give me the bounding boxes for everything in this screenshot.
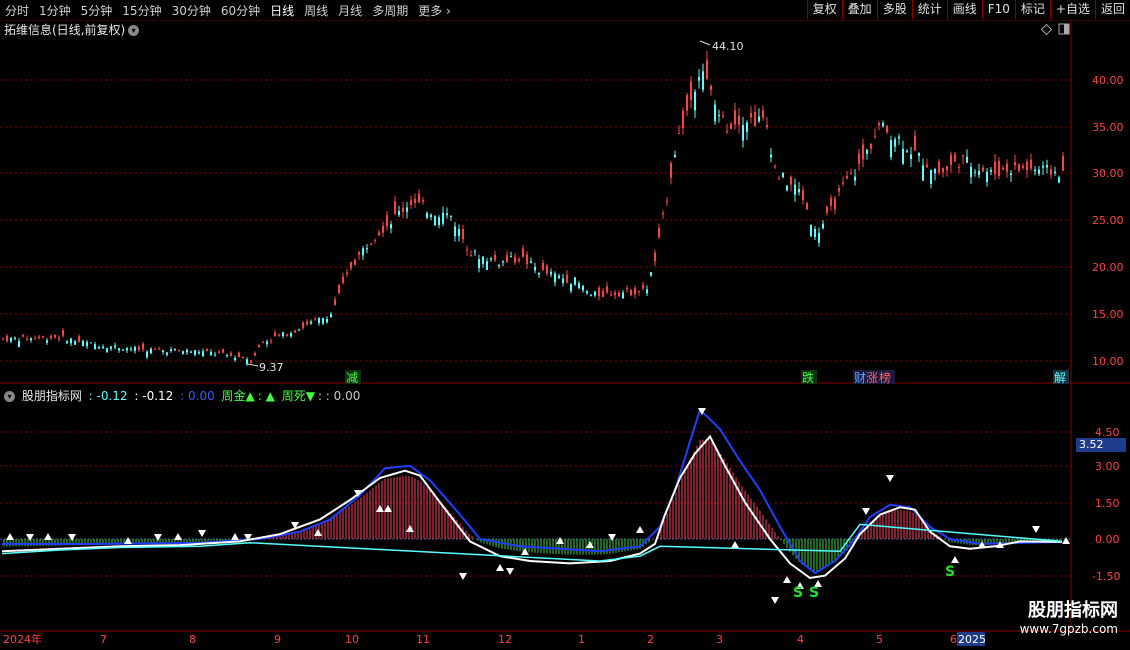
time-label-5: 5: [876, 633, 883, 646]
time-label-2: 2: [647, 633, 654, 646]
price-tick-35: 35.00: [1092, 121, 1124, 134]
stock-title: 拓维信息(日线,前复权): [4, 23, 126, 37]
time-label-3: 3: [716, 633, 723, 646]
diamond-icon[interactable]: [1040, 23, 1053, 36]
time-label-7: 7: [100, 633, 107, 646]
time-label-1: 1: [578, 633, 585, 646]
zhoujin-label: 周金▲: [221, 389, 255, 403]
low-annotation: 9.37: [247, 361, 284, 374]
event-bang[interactable]: 榜: [879, 370, 891, 385]
chevron-down-icon[interactable]: ▾: [128, 25, 140, 36]
event-jie[interactable]: 解: [1054, 371, 1066, 385]
price-tick-10: 10.00: [1092, 355, 1124, 368]
price-axis: 40.00 35.00 30.00 25.00 20.00 15.00 10.0…: [1092, 74, 1124, 368]
chart-canvas: 40.00 35.00 30.00 25.00 20.00 15.00 10.0…: [0, 20, 1130, 646]
low-price-label: 9.37: [259, 361, 284, 374]
s-mark-1: S: [793, 585, 803, 601]
candlesticks: [2, 50, 1064, 366]
indicator-histogram: [3, 439, 1061, 572]
ind-tick-300: 3.00: [1095, 460, 1120, 473]
event-cai[interactable]: 财: [854, 371, 866, 385]
event-die[interactable]: 跌: [802, 370, 814, 385]
indicator-value-3: : 0.00: [180, 389, 215, 403]
time-label-9: 9: [274, 633, 281, 646]
time-label-10: 10: [345, 633, 359, 646]
chevron-down-icon[interactable]: ▾: [4, 391, 15, 402]
indicator-title: ▾ 股朋指标网 : -0.12 : -0.12 : 0.00 周金▲: ▲ 周死…: [4, 387, 363, 404]
price-tick-30: 30.00: [1092, 167, 1124, 180]
ind-tick-150: 1.50: [1095, 497, 1120, 510]
event-zhang[interactable]: 涨: [866, 370, 878, 385]
time-label-4: 4: [797, 633, 804, 646]
indicator-value-2: : -0.12: [134, 389, 174, 403]
main-panel-title: 拓维信息(日线,前复权) ▾: [4, 21, 140, 38]
zhousi-value: : : 0.00: [317, 389, 361, 403]
time-axis: 2024年 7 8 9 10 11 12 1 2 3 4 5 6 2025: [3, 632, 986, 646]
time-label-2025: 2025: [958, 633, 986, 646]
price-tick-20: 20.00: [1092, 261, 1124, 274]
indicator-name: 股朋指标网: [21, 389, 82, 403]
high-price-label: 44.10: [712, 40, 744, 53]
price-tick-40: 40.00: [1092, 74, 1124, 87]
time-label-8: 8: [189, 633, 196, 646]
time-label-6: 6: [950, 633, 957, 646]
price-tick-15: 15.00: [1092, 308, 1124, 321]
ind-tick-neg150: -1.50: [1092, 570, 1120, 583]
panel-controls: [1040, 23, 1070, 36]
current-value-badge: 3.52: [1076, 438, 1126, 452]
time-label-2024: 2024年: [3, 632, 42, 646]
event-jian[interactable]: 减: [346, 371, 358, 385]
watermark-url: www.7gpzb.com: [1019, 622, 1118, 636]
time-label-12: 12: [498, 633, 512, 646]
price-tick-25: 25.00: [1092, 214, 1124, 227]
zhousi-label: 周死▼: [281, 389, 315, 403]
zhoujin-value: : ▲: [257, 389, 275, 403]
price-gridlines: [0, 79, 1071, 362]
s-mark-2: S: [809, 585, 819, 601]
s-mark-3: S: [945, 564, 955, 580]
watermark-title: 股朋指标网: [1028, 600, 1118, 621]
ind-tick-000: 0.00: [1095, 533, 1120, 546]
signal-triangles: [6, 408, 1070, 604]
indicator-value-1: : -0.12: [88, 389, 128, 403]
time-label-11: 11: [416, 633, 430, 646]
indicator-gridlines: [0, 431, 1071, 577]
watermark-logo: 股朋指标网 www.7gpzb.com: [1006, 594, 1124, 644]
